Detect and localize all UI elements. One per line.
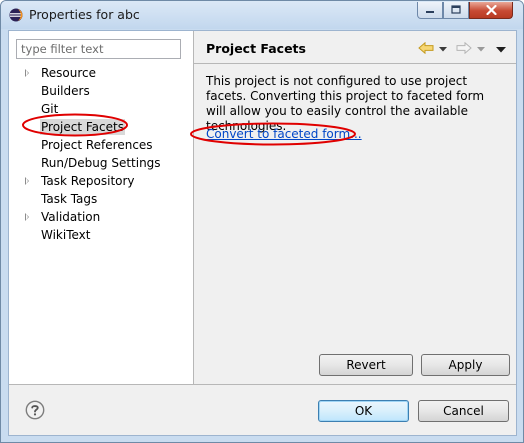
right-pane: Project Facets This project is not confi <box>194 31 516 384</box>
view-menu-icon[interactable] <box>496 47 506 53</box>
tree-item-project-facets[interactable]: Project Facets <box>9 118 193 136</box>
tree-item-label: Builders <box>41 84 90 98</box>
tree-item-task-repository[interactable]: Task Repository <box>9 172 193 190</box>
tree-item-label: Project Facets <box>40 119 125 135</box>
tree-item-label: Task Tags <box>41 192 98 206</box>
tree-item-builders[interactable]: Builders <box>9 82 193 100</box>
revert-button[interactable]: Revert <box>319 354 413 376</box>
chevron-down-icon[interactable] <box>439 47 447 52</box>
forward-arrow-icon[interactable] <box>456 42 472 54</box>
window-title: Properties for abc <box>29 7 140 22</box>
maximize-button[interactable] <box>443 2 469 19</box>
tree-item-git[interactable]: Git <box>9 100 193 118</box>
divider <box>9 384 516 385</box>
tree-item-label: Git <box>41 102 59 116</box>
tree-item-label: WikiText <box>41 228 91 242</box>
page-description: This project is not configured to use pr… <box>206 74 485 133</box>
tree-item-task-tags[interactable]: Task Tags <box>9 190 193 208</box>
tree-item-label: Project References <box>41 138 153 152</box>
tree-item-label: Validation <box>41 210 101 224</box>
eclipse-icon <box>9 8 23 22</box>
chevron-down-icon[interactable] <box>477 47 485 52</box>
expand-arrow-icon[interactable] <box>25 69 29 77</box>
close-icon <box>485 5 497 15</box>
cancel-button[interactable]: Cancel <box>418 400 509 422</box>
tree-item-wikitext[interactable]: WikiText <box>9 226 193 244</box>
close-button[interactable] <box>469 2 513 19</box>
apply-button[interactable]: Apply <box>421 354 510 376</box>
properties-dialog: Properties for abc Resource <box>0 0 524 443</box>
minimize-button[interactable] <box>417 2 443 19</box>
tree-item-label: Resource <box>41 66 97 80</box>
page-header: Project Facets <box>194 31 516 64</box>
expand-arrow-icon[interactable] <box>25 213 29 221</box>
back-arrow-icon[interactable] <box>418 42 434 54</box>
ok-button[interactable]: OK <box>318 400 409 422</box>
maximize-icon <box>451 5 461 14</box>
tree-item-label: Run/Debug Settings <box>41 156 161 170</box>
page-title: Project Facets <box>206 41 306 56</box>
filter-input[interactable] <box>16 39 181 59</box>
tree-item-validation[interactable]: Validation <box>9 208 193 226</box>
tree-item-run-debug-settings[interactable]: Run/Debug Settings <box>9 154 193 172</box>
tree-item-label: Task Repository <box>41 174 135 188</box>
dialog-body: Resource Builders Git Project Facets Pro… <box>8 30 517 436</box>
tree-item-project-references[interactable]: Project References <box>9 136 193 154</box>
minimize-icon <box>426 11 434 13</box>
expand-arrow-icon[interactable] <box>25 177 29 185</box>
help-icon[interactable] <box>25 400 45 420</box>
title-bar[interactable]: Properties for abc <box>1 1 523 29</box>
convert-to-faceted-form-link[interactable]: Convert to faceted form... <box>206 127 362 141</box>
left-pane: Resource Builders Git Project Facets Pro… <box>9 31 194 384</box>
tree-item-resource[interactable]: Resource <box>9 64 193 82</box>
